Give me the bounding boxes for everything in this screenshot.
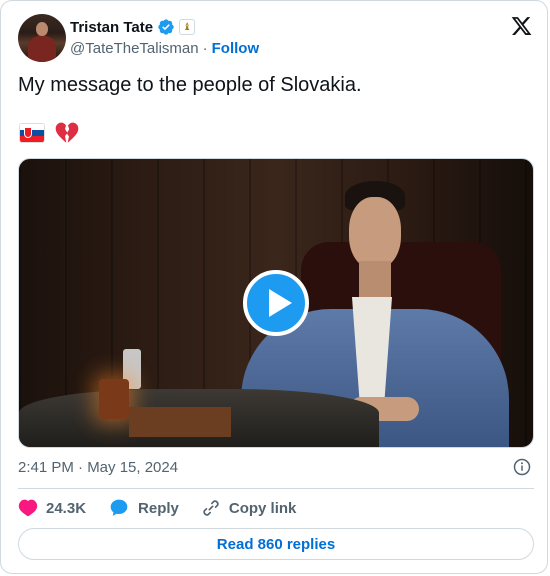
tweet-emojis — [19, 122, 79, 144]
avatar-suit — [28, 36, 56, 62]
video-wooden-box — [129, 407, 231, 437]
verified-badge-icon — [158, 19, 174, 35]
reply-label: Reply — [138, 499, 179, 517]
slovakia-flag-icon — [19, 123, 45, 143]
link-icon — [203, 500, 219, 516]
tweet-timestamp[interactable]: 2:41 PM · May 15, 2024 — [18, 459, 178, 476]
tweet-text: My message to the people of Slovakia. — [18, 74, 362, 96]
video-candle — [99, 379, 129, 419]
tweet-card: Tristan Tate ♝ @TateTheTalisman · Follow… — [0, 0, 548, 574]
affiliate-badge-icon: ♝ — [179, 19, 196, 35]
author-name-row: Tristan Tate ♝ — [70, 17, 196, 37]
author-handle-row: @TateTheTalisman · Follow — [70, 40, 259, 57]
author-handle[interactable]: @TateTheTalisman — [70, 40, 199, 57]
reply-button[interactable]: Reply — [108, 498, 179, 518]
separator-dot: · — [202, 40, 208, 57]
action-bar: 24.3K Reply Copy link — [18, 497, 318, 519]
follow-link[interactable]: Follow — [212, 40, 260, 57]
copy-link-label: Copy link — [228, 499, 297, 517]
divider — [18, 488, 534, 489]
video-head — [349, 197, 401, 269]
read-replies-button[interactable]: Read 860 replies — [18, 528, 534, 560]
heart-icon — [18, 499, 38, 517]
copy-link-button[interactable]: Copy link — [201, 498, 297, 518]
speech-bubble-icon — [110, 499, 128, 516]
video-neck — [359, 261, 391, 301]
author-name[interactable]: Tristan Tate — [70, 19, 153, 36]
avatar-face — [36, 22, 48, 36]
broken-heart-icon — [55, 122, 79, 143]
like-button[interactable]: 24.3K — [18, 498, 86, 518]
play-icon[interactable] — [243, 270, 309, 336]
avatar[interactable] — [18, 14, 66, 62]
like-count: 24.3K — [46, 499, 87, 517]
info-icon[interactable] — [513, 458, 531, 476]
x-logo-icon[interactable] — [510, 15, 533, 37]
